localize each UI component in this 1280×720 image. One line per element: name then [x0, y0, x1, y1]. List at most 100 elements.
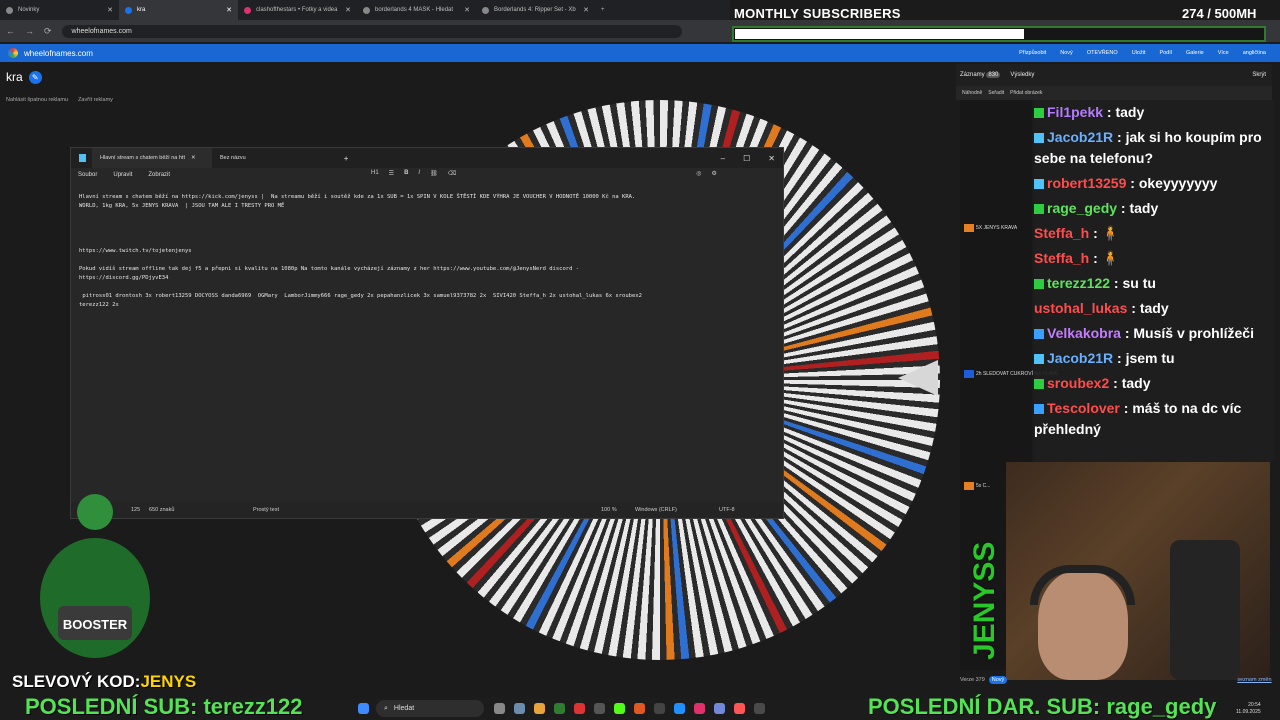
- site-brand[interactable]: wheelofnames.com: [24, 49, 93, 58]
- app-icon[interactable]: [754, 703, 765, 714]
- tab-favicon-icon: [363, 6, 370, 14]
- shuffle-button[interactable]: Náhodně: [962, 90, 982, 96]
- reload-icon[interactable]: ⟳: [44, 26, 52, 37]
- notepad-format-toolbar: H1 ☰ B I ⛓ ⌫ ◎ ⚙: [371, 170, 717, 177]
- menu-view[interactable]: Zobrazit: [148, 172, 170, 178]
- settings-icon[interactable]: ⚙: [711, 170, 716, 177]
- chat-text: : tady: [1109, 375, 1151, 391]
- report-ad-link[interactable]: Nahlásit špatnou reklamu: [6, 97, 68, 103]
- taskbar-clock[interactable]: 20:54 11.09.2025: [1236, 702, 1261, 716]
- add-image-button[interactable]: Přidat obrázek: [1010, 90, 1042, 96]
- chat-username[interactable]: Tescolover: [1047, 400, 1120, 416]
- notepad-tab-active[interactable]: Hlavní stream s chatem běží na htt ✕: [92, 148, 212, 168]
- browser-tab[interactable]: borderlands 4 MASK - Hledat ✕: [357, 0, 476, 20]
- tab-entries[interactable]: Záznamy 830: [960, 72, 1001, 78]
- close-tab-icon[interactable]: ✕: [107, 6, 113, 14]
- minimize-icon[interactable]: –: [721, 154, 725, 163]
- close-icon[interactable]: ✕: [768, 154, 775, 163]
- tab-label: Novinky: [18, 7, 40, 13]
- menu-customize[interactable]: Přizpůsobit: [1019, 50, 1046, 56]
- taskbar-search[interactable]: ⌕ Hledat: [376, 700, 484, 717]
- browser-tab[interactable]: clashofthestars • Fotky a videa ✕: [238, 0, 357, 20]
- heading-button[interactable]: H1: [371, 170, 379, 177]
- close-ads-link[interactable]: Zavřít reklamy: [78, 97, 113, 103]
- site-logo-icon: [8, 48, 18, 58]
- notepad-text-area[interactable]: Hlavní stream s chatem běží na https://k…: [79, 193, 769, 310]
- chat-username[interactable]: robert13259: [1047, 175, 1126, 191]
- chat-username[interactable]: Jacob21R: [1047, 129, 1113, 145]
- browser-tab[interactable]: Novinky ✕: [0, 0, 119, 20]
- url-input[interactable]: wheelofnames.com: [61, 24, 682, 38]
- tab-label: borderlands 4 MASK - Hledat: [375, 7, 454, 13]
- chat-username[interactable]: Steffa_h: [1034, 225, 1089, 241]
- menu-open[interactable]: OTEVŘENO: [1087, 50, 1118, 56]
- chat-username[interactable]: Fil1pekk: [1047, 104, 1103, 120]
- steam-icon[interactable]: [514, 703, 525, 714]
- menu-save[interactable]: Uložit: [1132, 50, 1146, 56]
- notepad-line: [79, 229, 769, 238]
- app-icon[interactable]: [734, 703, 745, 714]
- wheel-title: kra ✎: [6, 70, 42, 84]
- browser-tab[interactable]: Borderlands 4: Ripper Set - Xb ✕: [476, 0, 595, 20]
- chat-username[interactable]: sroubex2: [1047, 375, 1109, 391]
- app-icon[interactable]: [654, 703, 665, 714]
- close-tab-icon[interactable]: ✕: [583, 6, 589, 14]
- app-icon[interactable]: [634, 703, 645, 714]
- notepad-app-icon: [79, 154, 86, 162]
- clear-format-icon[interactable]: ⌫: [448, 170, 456, 177]
- menu-language[interactable]: angličtina: [1243, 50, 1266, 56]
- chat-username[interactable]: Jacob21R: [1047, 350, 1113, 366]
- menu-edit[interactable]: Upravit: [113, 172, 132, 178]
- task-view-icon[interactable]: [494, 703, 505, 714]
- hide-panel-button[interactable]: Skrýt: [1252, 72, 1266, 78]
- sort-button[interactable]: Seřadit: [988, 90, 1004, 96]
- windows-start-icon[interactable]: [358, 703, 369, 714]
- chat-username[interactable]: terezz122: [1047, 275, 1110, 291]
- close-tab-icon[interactable]: ✕: [345, 6, 351, 14]
- maximize-icon[interactable]: ☐: [743, 154, 750, 163]
- link-icon[interactable]: ⛓: [430, 170, 438, 177]
- close-tab-icon[interactable]: ✕: [191, 155, 196, 161]
- discord-icon[interactable]: [714, 703, 725, 714]
- new-badge: Nový: [988, 676, 1008, 684]
- entry-item[interactable]: 5X JENYS KRAVA: [964, 224, 1017, 232]
- tab-label: clashofthestars • Fotky a videa: [256, 7, 338, 13]
- app-icon[interactable]: [554, 703, 565, 714]
- app-icon[interactable]: [674, 703, 685, 714]
- copilot-icon[interactable]: ◎: [696, 170, 701, 177]
- menu-share[interactable]: Podíl: [1159, 50, 1172, 56]
- bold-icon[interactable]: B: [404, 170, 408, 177]
- chat-username[interactable]: Velkakobra: [1047, 325, 1121, 341]
- new-tab-icon[interactable]: +: [344, 154, 349, 163]
- browser-tab-active[interactable]: kra ✕: [119, 0, 238, 20]
- chat-username[interactable]: ustohal_lukas: [1034, 300, 1127, 316]
- version-info: Verze 379 Nový seznam změn: [960, 676, 1272, 684]
- list-icon[interactable]: ☰: [389, 170, 394, 177]
- tab-results[interactable]: Výsledky: [1010, 72, 1034, 78]
- chat-message: robert13259 : okeyyyyyyy: [1034, 171, 1274, 196]
- chat-username[interactable]: rage_gedy: [1047, 200, 1117, 216]
- new-tab-button[interactable]: +: [595, 0, 615, 20]
- menu-more[interactable]: Více: [1218, 50, 1229, 56]
- menu-file[interactable]: Soubor: [78, 172, 97, 178]
- app-icon[interactable]: [694, 703, 705, 714]
- entry-item[interactable]: 5x C...: [964, 482, 990, 490]
- chat-message: Tescolover : máš to na dc víc přehledný: [1034, 396, 1274, 442]
- chat-message: Jacob21R : jsem tu: [1034, 346, 1274, 371]
- italic-icon[interactable]: I: [418, 170, 420, 177]
- app-icon[interactable]: [574, 703, 585, 714]
- menu-gallery[interactable]: Galerie: [1186, 50, 1204, 56]
- close-tab-icon[interactable]: ✕: [226, 6, 232, 14]
- forward-icon[interactable]: →: [25, 26, 34, 36]
- app-icon[interactable]: [594, 703, 605, 714]
- notepad-tab[interactable]: Bez názvu: [212, 148, 254, 168]
- file-explorer-icon[interactable]: [534, 703, 545, 714]
- chat-badge-icon: [1034, 179, 1044, 190]
- kick-icon[interactable]: [614, 703, 625, 714]
- chat-username[interactable]: Steffa_h: [1034, 250, 1089, 266]
- back-icon[interactable]: ←: [6, 26, 15, 36]
- changelog-link[interactable]: seznam změn: [1237, 677, 1271, 683]
- pencil-icon[interactable]: ✎: [28, 70, 42, 84]
- menu-new[interactable]: Nový: [1060, 50, 1073, 56]
- close-tab-icon[interactable]: ✕: [464, 6, 470, 14]
